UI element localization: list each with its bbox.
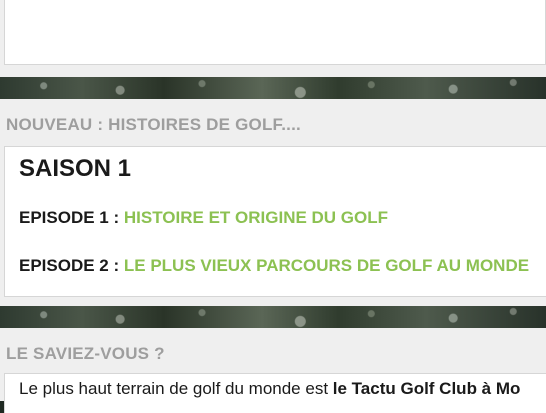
news-content-card: SAISON 1 EPISODE 1 : HISTOIRE ET ORIGINE… — [4, 146, 546, 297]
fact-content-card: Le plus haut terrain de golf du monde es… — [4, 373, 546, 413]
fact-section: LE SAVIEZ-VOUS ? Le plus haut terrain de… — [0, 328, 546, 413]
background-photo-strip — [0, 77, 546, 99]
episode-2-link[interactable]: LE PLUS VIEUX PARCOURS DE GOLF AU MONDE — [124, 256, 529, 275]
fact-text-bold: le Tactu Golf Club à Mo — [332, 379, 521, 398]
top-content-card — [4, 0, 546, 65]
episode-1-label: EPISODE 1 : — [19, 208, 124, 227]
background-photo-strip-2 — [0, 306, 546, 328]
episode-2-label: EPISODE 2 : — [19, 256, 124, 275]
fact-paragraph: Le plus haut terrain de golf du monde es… — [19, 379, 520, 399]
episode-1-line: EPISODE 1 : HISTOIRE ET ORIGINE DU GOLF — [19, 208, 388, 228]
news-section-title: NOUVEAU : HISTOIRES DE GOLF.... — [6, 115, 301, 134]
episode-1-link[interactable]: HISTOIRE ET ORIGINE DU GOLF — [124, 208, 388, 227]
news-section: NOUVEAU : HISTOIRES DE GOLF.... SAISON 1… — [0, 99, 546, 306]
fact-text-plain: Le plus haut terrain de golf du monde es… — [19, 379, 333, 398]
fact-section-title: LE SAVIEZ-VOUS ? — [6, 344, 165, 363]
top-panel — [0, 0, 546, 77]
season-heading: SAISON 1 — [19, 155, 132, 182]
episode-2-line: EPISODE 2 : LE PLUS VIEUX PARCOURS DE GO… — [19, 256, 529, 276]
